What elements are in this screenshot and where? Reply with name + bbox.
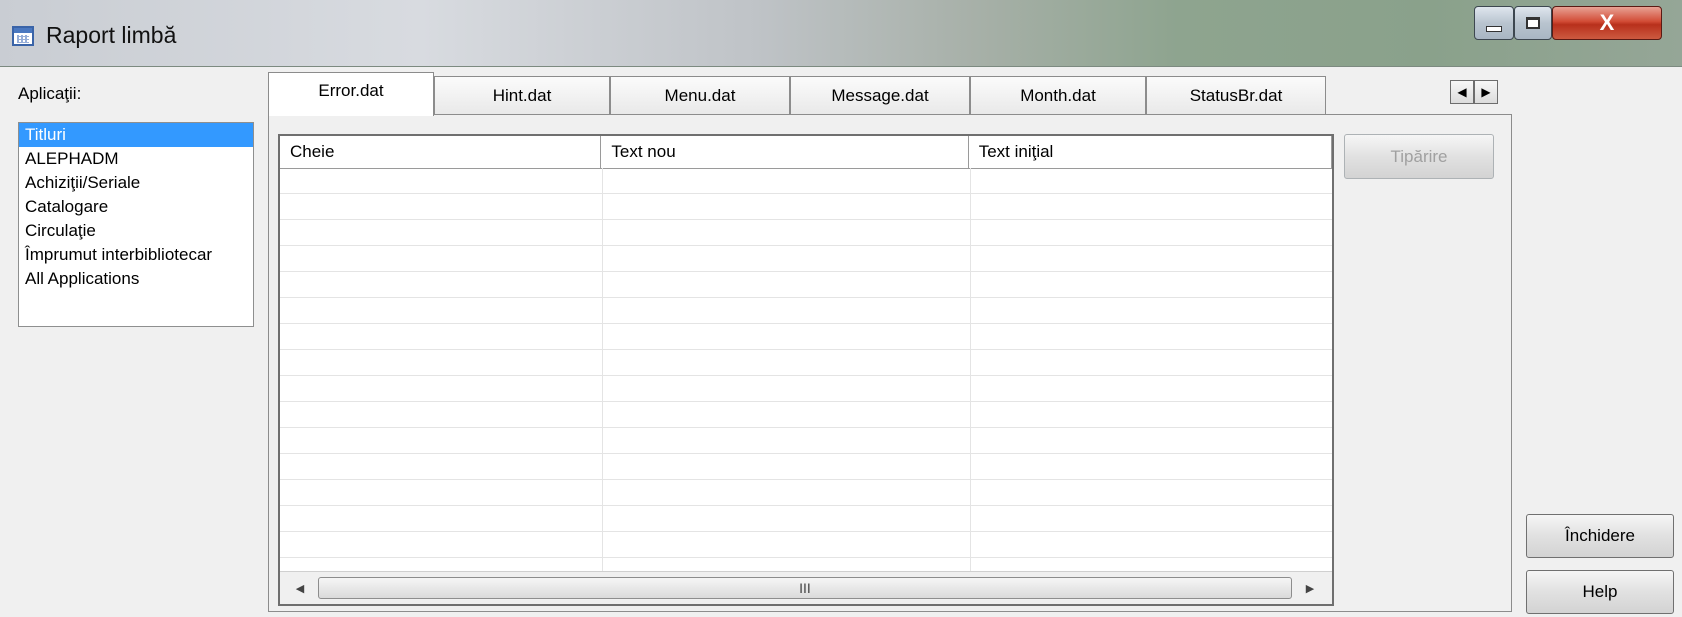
close-icon: X <box>1599 10 1615 35</box>
tab-statusbr-dat[interactable]: StatusBr.dat <box>1146 76 1326 114</box>
column-header-new-text[interactable]: Text nou <box>601 136 969 168</box>
arrow-left-icon: ◀ <box>1457 85 1467 99</box>
title-bar[interactable]: Raport limbă X <box>0 0 1682 67</box>
list-item[interactable]: Titluri <box>19 123 253 147</box>
tab-scroll-left-button[interactable]: ◀ <box>1450 80 1474 104</box>
column-header-key[interactable]: Cheie <box>280 136 602 168</box>
tab-hint-dat[interactable]: Hint.dat <box>434 76 610 114</box>
list-item[interactable]: All Applications <box>19 267 253 291</box>
close-button[interactable]: Închidere <box>1526 514 1674 558</box>
close-window-button[interactable]: X <box>1552 6 1662 40</box>
list-item[interactable]: ALEPHADM <box>19 147 253 171</box>
list-item[interactable]: Achiziţii/Seriale <box>19 171 253 195</box>
applications-label: Aplicaţii: <box>18 84 82 103</box>
list-item[interactable]: Circulaţie <box>19 219 253 243</box>
column-divider <box>970 168 971 572</box>
print-button[interactable]: Tipărire <box>1344 134 1494 179</box>
tab-menu-dat[interactable]: Menu.dat <box>610 76 790 114</box>
help-button[interactable]: Help <box>1526 570 1674 614</box>
horizontal-scrollbar[interactable]: ◀ III ▶ <box>280 571 1332 604</box>
scroll-thumb[interactable]: III <box>318 577 1292 599</box>
tab-month-dat[interactable]: Month.dat <box>970 76 1146 114</box>
grid-header: Cheie Text nou Text iniţial <box>280 136 1332 169</box>
applications-list[interactable]: Titluri ALEPHADM Achiziţii/Seriale Catal… <box>18 122 254 327</box>
minimize-button[interactable] <box>1474 6 1514 40</box>
scroll-right-icon[interactable]: ▶ <box>1300 578 1320 598</box>
table-app-icon <box>12 26 34 46</box>
tab-scroll-right-button[interactable]: ▶ <box>1474 80 1498 104</box>
maximize-icon <box>1526 17 1540 29</box>
column-header-initial-text[interactable]: Text iniţial <box>969 136 1332 168</box>
arrow-right-icon: ▶ <box>1481 85 1491 99</box>
report-grid[interactable]: Cheie Text nou Text iniţial ◀ III ▶ <box>278 134 1334 606</box>
maximize-button[interactable] <box>1514 6 1552 40</box>
minimize-icon <box>1486 26 1502 32</box>
tab-message-dat[interactable]: Message.dat <box>790 76 970 114</box>
tab-error-dat[interactable]: Error.dat <box>268 72 434 116</box>
list-item[interactable]: Catalogare <box>19 195 253 219</box>
grid-body[interactable] <box>280 168 1332 572</box>
list-item[interactable]: Împrumut interbibliotecar <box>19 243 253 267</box>
window-title: Raport limbă <box>46 22 177 48</box>
scroll-left-icon[interactable]: ◀ <box>290 578 310 598</box>
column-divider <box>602 168 603 572</box>
